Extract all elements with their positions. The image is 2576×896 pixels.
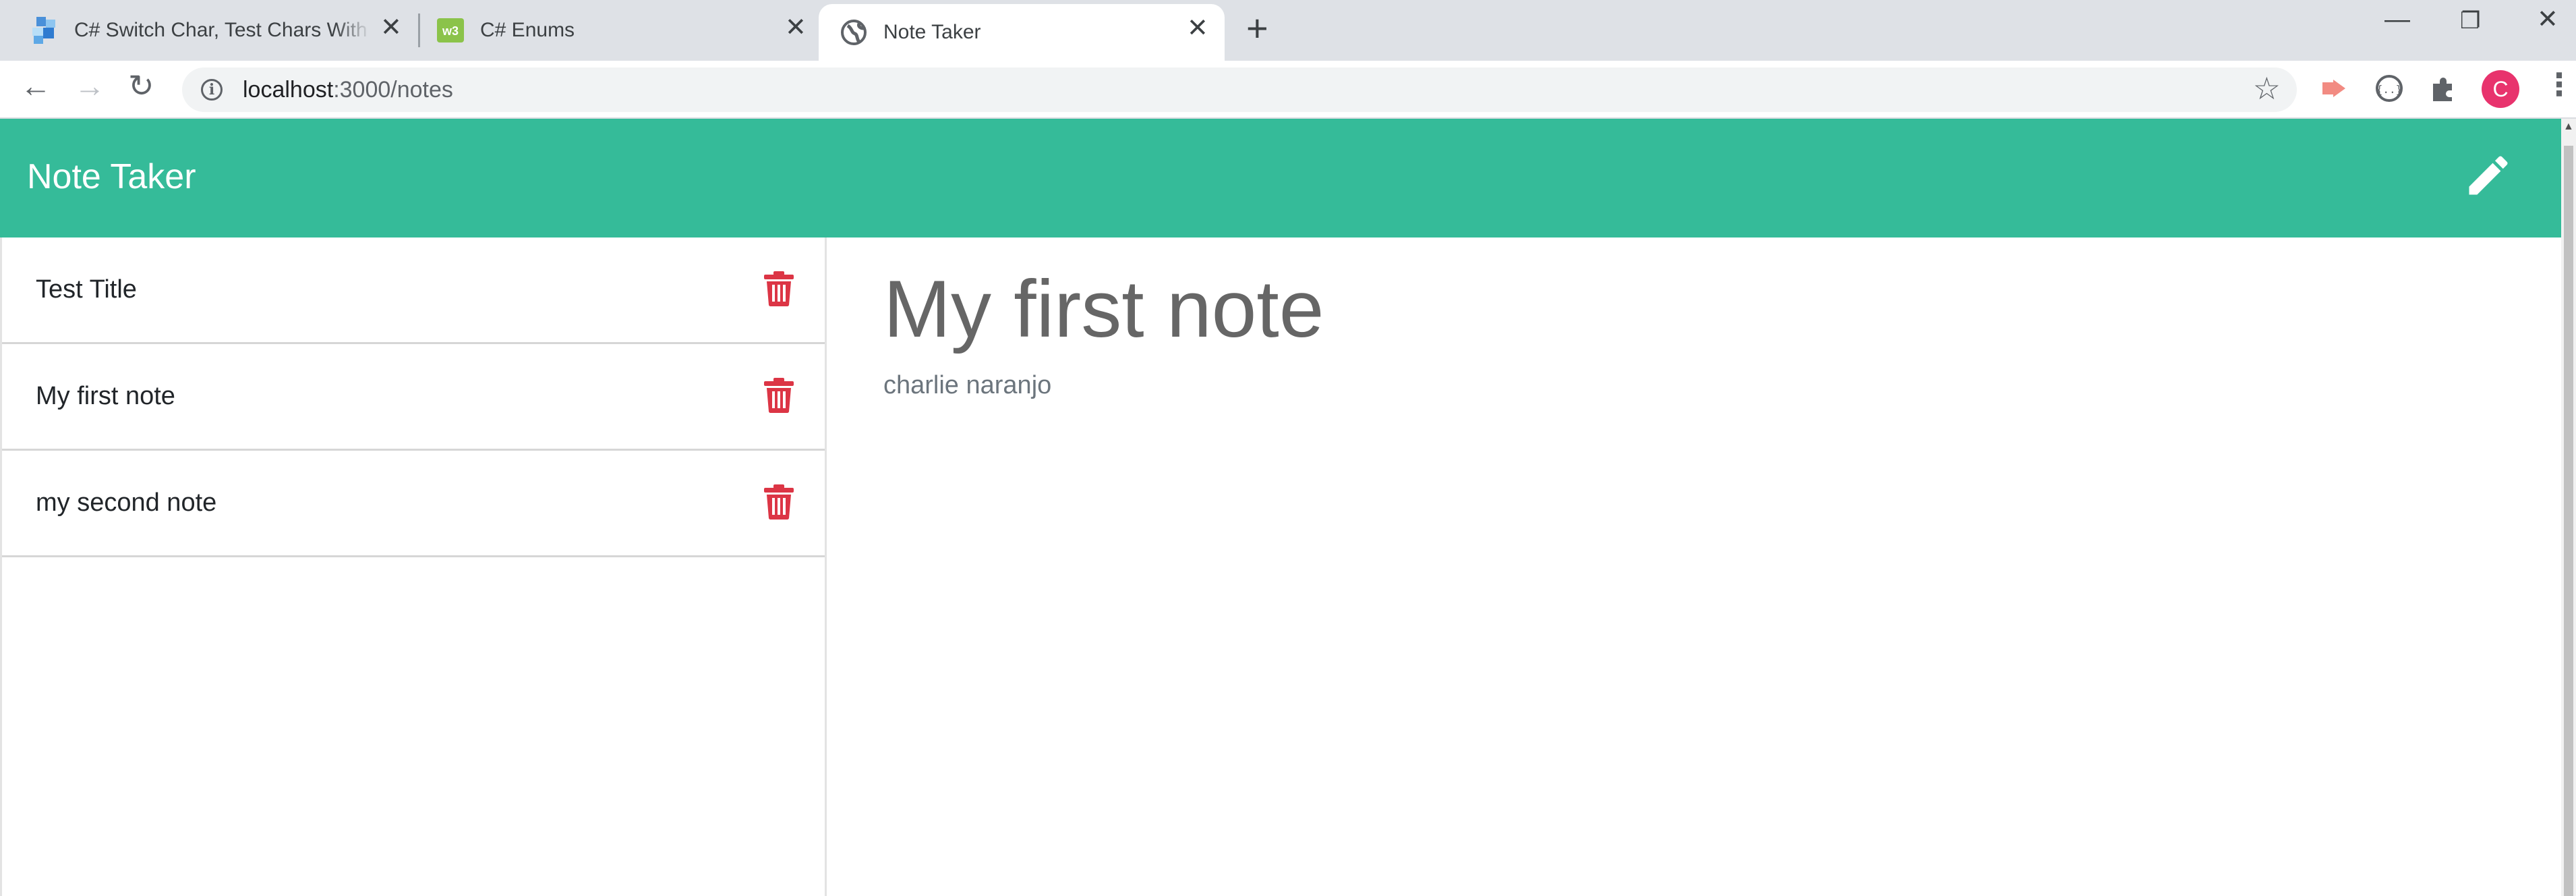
delete-trash-icon[interactable] (764, 378, 794, 414)
page-scrollbar[interactable]: ▲ (2561, 119, 2576, 896)
brand-title[interactable]: Note Taker (27, 157, 196, 197)
list-item[interactable]: my second note (2, 451, 825, 557)
scrollbar-thumb[interactable] (2564, 146, 2573, 896)
tab-title: C# Switch Char, Test Chars With Case (74, 19, 371, 41)
tab-title: C# Enums (480, 19, 575, 41)
note-list: Test Title My first note my second note (0, 237, 827, 896)
restore-icon[interactable]: ❐ (2460, 9, 2480, 32)
close-tab-icon[interactable]: ✕ (785, 15, 807, 40)
note-text-field[interactable]: charlie naranjo (883, 371, 2561, 400)
close-window-icon[interactable]: ✕ (2537, 7, 2558, 32)
browser-tab[interactable]: w3 C# Enums ✕ (436, 0, 813, 61)
globe-icon (839, 18, 869, 47)
site-info-icon[interactable]: i (201, 79, 223, 101)
address-bar[interactable]: i localhost:3000/notes ☆ (182, 67, 2297, 112)
back-icon[interactable]: ← (20, 70, 51, 101)
note-taker-app: Note Taker Test Title My first note my s… (0, 119, 2561, 896)
extensions-puzzle-icon[interactable] (2428, 73, 2459, 109)
menu-kebab-icon[interactable]: ⋮ (2544, 69, 2575, 100)
new-note-pencil-icon[interactable] (2463, 150, 2514, 201)
tab-separator (418, 13, 420, 47)
note-list-title: my second note (36, 488, 217, 517)
url-text: localhost:3000/notes (243, 76, 453, 103)
note-list-title: Test Title (36, 275, 137, 304)
avatar[interactable]: C (2482, 70, 2519, 108)
list-item[interactable]: My first note (2, 344, 825, 451)
extension-icon[interactable]: {..} (2374, 73, 2405, 109)
tab-strip: C# Switch Char, Test Chars With Case ✕ w… (0, 0, 2576, 61)
close-tab-icon[interactable]: ✕ (380, 15, 402, 40)
reload-icon[interactable]: ↻ (128, 70, 154, 101)
note-editor: My first note charlie naranjo (827, 237, 2561, 896)
note-title-field[interactable]: My first note (883, 260, 2561, 358)
dotnet-perls-icon (30, 16, 59, 45)
scroll-up-icon[interactable]: ▲ (2563, 121, 2574, 132)
tab-title: Note Taker (883, 21, 981, 43)
list-item[interactable]: Test Title (2, 237, 825, 344)
svg-text:{..}: {..} (2376, 83, 2403, 96)
close-tab-icon[interactable]: ✕ (1187, 16, 1208, 41)
bookmark-star-icon[interactable]: ☆ (2253, 73, 2281, 104)
svg-text:w3: w3 (442, 24, 459, 38)
new-tab-icon[interactable]: + (1246, 9, 1268, 47)
extension-icon[interactable] (2318, 73, 2349, 109)
delete-trash-icon[interactable] (764, 484, 794, 520)
browser-toolbar: ← → ↻ i localhost:3000/notes ☆ {..} C ⋮ (0, 61, 2576, 119)
w3schools-icon: w3 (436, 16, 465, 45)
browser-tab[interactable]: C# Switch Char, Test Chars With Case ✕ (30, 0, 407, 61)
navbar: Note Taker (0, 119, 2561, 237)
delete-trash-icon[interactable] (764, 271, 794, 307)
browser-tab-active[interactable]: Note Taker ✕ (819, 4, 1225, 61)
forward-icon[interactable]: → (74, 70, 105, 101)
minimize-icon[interactable]: — (2384, 7, 2410, 32)
note-list-title: My first note (36, 382, 175, 410)
